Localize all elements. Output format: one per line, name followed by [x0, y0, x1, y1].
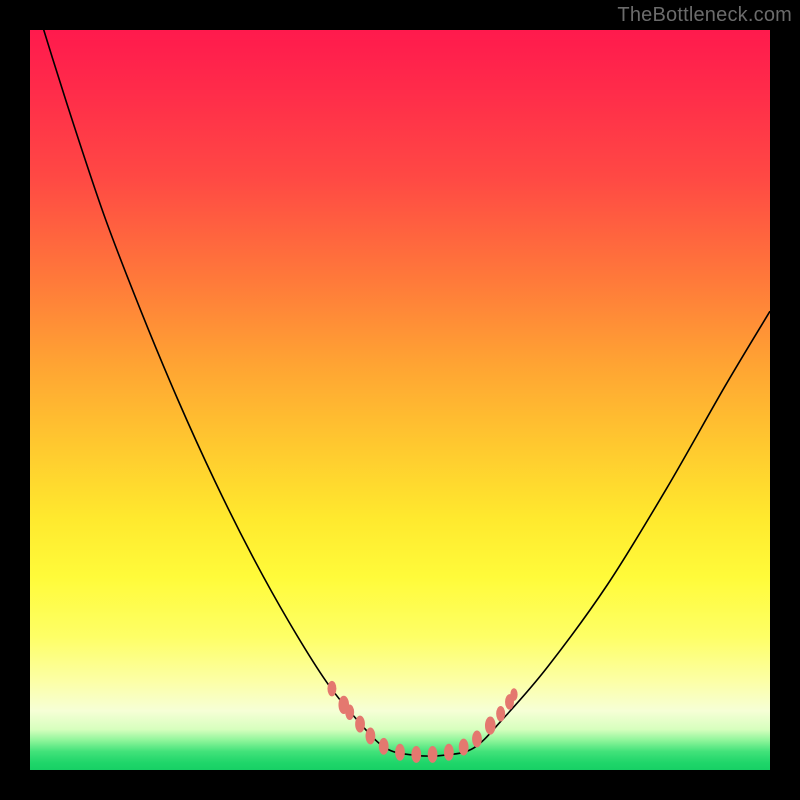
dot — [379, 738, 389, 755]
bottleneck-curve — [30, 0, 770, 756]
dot — [485, 716, 496, 734]
watermark-label: TheBottleneck.com — [617, 4, 792, 27]
dot — [459, 739, 469, 756]
dot — [510, 688, 517, 701]
chart-frame: TheBottleneck.com — [0, 0, 800, 800]
dot — [366, 728, 376, 745]
dot — [428, 746, 438, 763]
dot — [444, 744, 454, 761]
highlight-dots — [327, 681, 517, 763]
dot — [327, 681, 336, 696]
curve-layer — [30, 30, 770, 770]
dot — [472, 730, 482, 747]
dot — [496, 706, 505, 721]
plot-area — [30, 30, 770, 770]
dot — [411, 746, 421, 763]
dot — [395, 744, 405, 761]
dot — [355, 716, 365, 733]
dot — [345, 705, 354, 720]
